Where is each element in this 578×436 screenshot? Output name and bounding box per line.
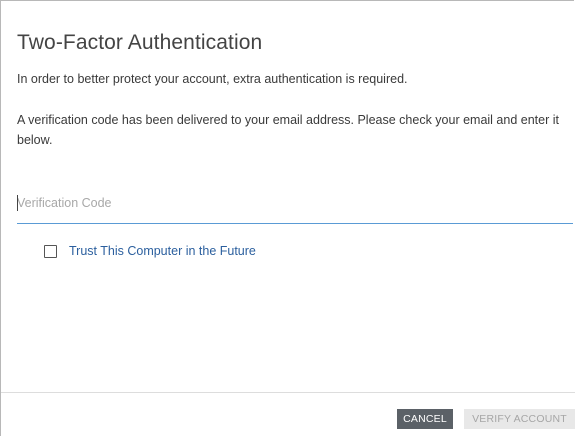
- text-cursor: [17, 195, 18, 211]
- verification-code-input[interactable]: [17, 192, 573, 214]
- verification-code-field: [17, 191, 573, 224]
- dialog-title: Two-Factor Authentication: [17, 31, 263, 54]
- cancel-button[interactable]: CANCEL: [397, 409, 453, 429]
- verify-account-button[interactable]: VERIFY ACCOUNT: [464, 409, 575, 429]
- two-factor-dialog: Two-Factor Authentication In order to be…: [0, 0, 575, 436]
- trust-computer-label[interactable]: Trust This Computer in the Future: [69, 244, 256, 258]
- intro-text: In order to better protect your account,…: [17, 72, 408, 86]
- trust-computer-row[interactable]: Trust This Computer in the Future: [44, 244, 256, 258]
- instruction-text: A verification code has been delivered t…: [17, 113, 559, 147]
- footer-divider: [1, 392, 575, 393]
- trust-computer-checkbox[interactable]: [44, 244, 57, 258]
